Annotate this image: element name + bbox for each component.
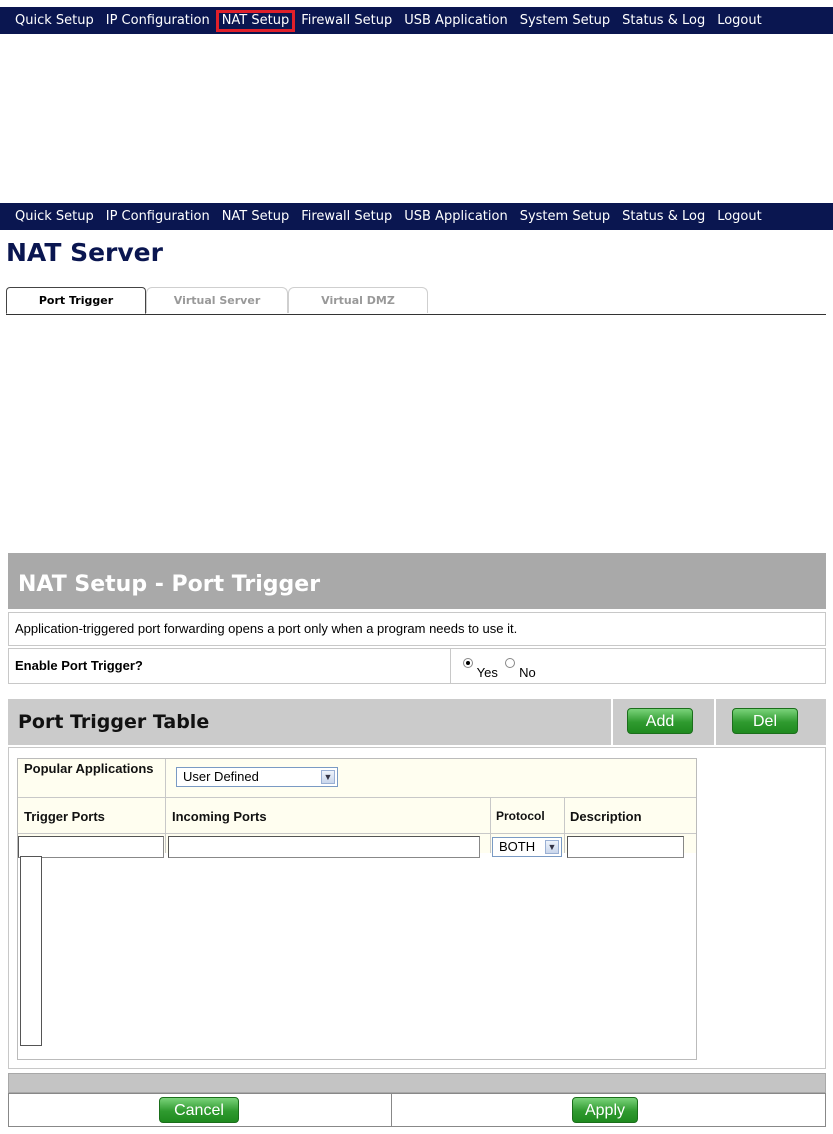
nav-logout[interactable]: Logout	[711, 206, 768, 228]
grid-line	[564, 797, 565, 853]
radio-no[interactable]	[505, 658, 516, 668]
incoming-ports-header: Incoming Ports	[172, 809, 267, 824]
table-title: Port Trigger Table	[18, 711, 210, 733]
footer-bar	[8, 1073, 826, 1093]
nav-system-setup[interactable]: System Setup	[514, 206, 616, 228]
nav-status-log[interactable]: Status & Log	[616, 10, 711, 32]
nav-nat-setup[interactable]: NAT Setup	[215, 9, 296, 32]
nav-bar: Quick Setup IP Configuration NAT Setup F…	[0, 203, 833, 230]
divider	[714, 699, 716, 745]
nav-usb-application[interactable]: USB Application	[398, 206, 513, 228]
trigger-ports-input[interactable]	[18, 836, 164, 858]
page-title: NAT Server	[6, 238, 163, 267]
nav-nat-setup[interactable]: NAT Setup	[216, 206, 296, 228]
description-header: Description	[570, 809, 642, 824]
table-header: Port Trigger Table Add Del	[8, 699, 826, 745]
radio-yes-label: Yes	[476, 665, 498, 680]
nav-firewall-setup[interactable]: Firewall Setup	[295, 10, 398, 32]
radio-yes[interactable]	[463, 658, 473, 668]
panel-title: NAT Setup - Port Trigger	[8, 553, 826, 609]
divider	[391, 1094, 392, 1126]
divider	[450, 649, 451, 683]
tab-bar: Port Trigger Virtual Server Virtual DMZ	[6, 287, 826, 315]
table-area: Popular Applications User Defined ▼ Trig…	[8, 747, 826, 1069]
description-input[interactable]	[567, 836, 684, 858]
popular-applications-value: User Defined	[183, 769, 259, 784]
enable-row: Enable Port Trigger? Yes No	[8, 648, 826, 684]
nav-firewall-setup[interactable]: Firewall Setup	[295, 206, 398, 228]
grid-line	[18, 797, 696, 798]
port-trigger-panel: NAT Setup - Port Trigger Application-tri…	[8, 553, 826, 1128]
incoming-ports-input[interactable]	[168, 836, 480, 858]
trigger-ports-header: Trigger Ports	[24, 809, 105, 824]
radio-no-label: No	[519, 665, 536, 680]
nav-quick-setup[interactable]: Quick Setup	[9, 206, 100, 228]
chevron-down-icon: ▼	[321, 770, 335, 784]
grid-line	[490, 797, 491, 853]
cancel-button[interactable]: Cancel	[159, 1097, 239, 1123]
port-trigger-grid: Popular Applications User Defined ▼ Trig…	[17, 758, 697, 1060]
chevron-down-icon: ▼	[545, 840, 559, 854]
protocol-select[interactable]: BOTH ▼	[492, 837, 562, 857]
add-button[interactable]: Add	[627, 708, 693, 734]
nav-status-log[interactable]: Status & Log	[616, 206, 711, 228]
nav-quick-setup[interactable]: Quick Setup	[9, 10, 100, 32]
protocol-value: BOTH	[499, 839, 536, 854]
protocol-header: Protocol	[496, 809, 545, 823]
nav-ip-configuration[interactable]: IP Configuration	[100, 10, 216, 32]
port-trigger-listbox[interactable]	[20, 856, 42, 1046]
tab-virtual-dmz[interactable]: Virtual DMZ	[288, 287, 428, 313]
nav-ip-configuration[interactable]: IP Configuration	[100, 206, 216, 228]
enable-radio-group: Yes No	[463, 655, 540, 680]
description-text: Application-triggered port forwarding op…	[8, 612, 826, 646]
popular-applications-label: Popular Applications	[24, 761, 154, 776]
tab-port-trigger[interactable]: Port Trigger	[6, 287, 146, 314]
tab-virtual-server[interactable]: Virtual Server	[146, 287, 288, 313]
grid-line	[18, 833, 696, 834]
divider	[611, 699, 613, 745]
top-nav-bar: Quick Setup IP Configuration NAT Setup F…	[0, 7, 833, 34]
nav-logout[interactable]: Logout	[711, 10, 768, 32]
list-area	[18, 853, 696, 1059]
footer-actions: Cancel Apply	[8, 1093, 826, 1127]
apply-button[interactable]: Apply	[572, 1097, 638, 1123]
grid-line	[165, 759, 166, 853]
nav-system-setup[interactable]: System Setup	[514, 10, 616, 32]
popular-applications-select[interactable]: User Defined ▼	[176, 767, 338, 787]
nav-usb-application[interactable]: USB Application	[398, 10, 513, 32]
enable-port-trigger-label: Enable Port Trigger?	[15, 658, 143, 673]
delete-button[interactable]: Del	[732, 708, 798, 734]
